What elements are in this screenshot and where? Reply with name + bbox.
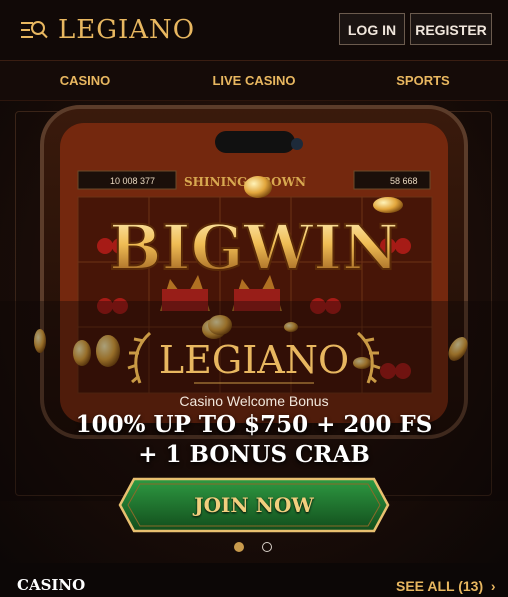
see-all-label: SEE ALL (13) [396, 578, 484, 594]
balance-right: 58 668 [390, 176, 418, 186]
balance-left: 10 008 377 [110, 176, 155, 186]
join-now-label: JOIN NOW [194, 493, 314, 517]
nav-live-casino[interactable]: LIVE CASINO [194, 61, 314, 100]
nav-sports[interactable]: SPORTS [378, 61, 468, 100]
login-button[interactable]: LOG IN [339, 13, 405, 45]
big-win-text: BIGWIN [109, 211, 399, 284]
offer-line-2: + 1 BONUS CRAB [138, 441, 370, 468]
slide-dot-1[interactable] [234, 542, 244, 552]
menu-search-icon[interactable] [20, 18, 48, 42]
slide-dot-2[interactable] [262, 542, 272, 552]
offer-line-1: 100% UP TO $750 + 200 FS [75, 411, 433, 438]
header: LEGIANO LOG IN REGISTER [0, 0, 508, 61]
banner-logo: LEGIANO [159, 338, 349, 382]
section-title-casino: CASINO [17, 576, 86, 594]
logo[interactable]: LEGIANO [58, 12, 195, 48]
see-all-link[interactable]: SEE ALL (13) › [396, 578, 496, 594]
join-now-button[interactable]: JOIN NOW [118, 477, 390, 533]
nav-casino[interactable]: CASINO [40, 61, 130, 100]
main-nav: CASINO LIVE CASINO SPORTS [0, 61, 508, 101]
bonus-subtitle: Casino Welcome Bonus [179, 393, 329, 409]
register-button[interactable]: REGISTER [410, 13, 492, 45]
promo-banner[interactable]: 10 008 377 58 668 SHINING CROWN BIGWIN L… [0, 101, 508, 563]
chevron-right-icon: › [487, 578, 496, 594]
